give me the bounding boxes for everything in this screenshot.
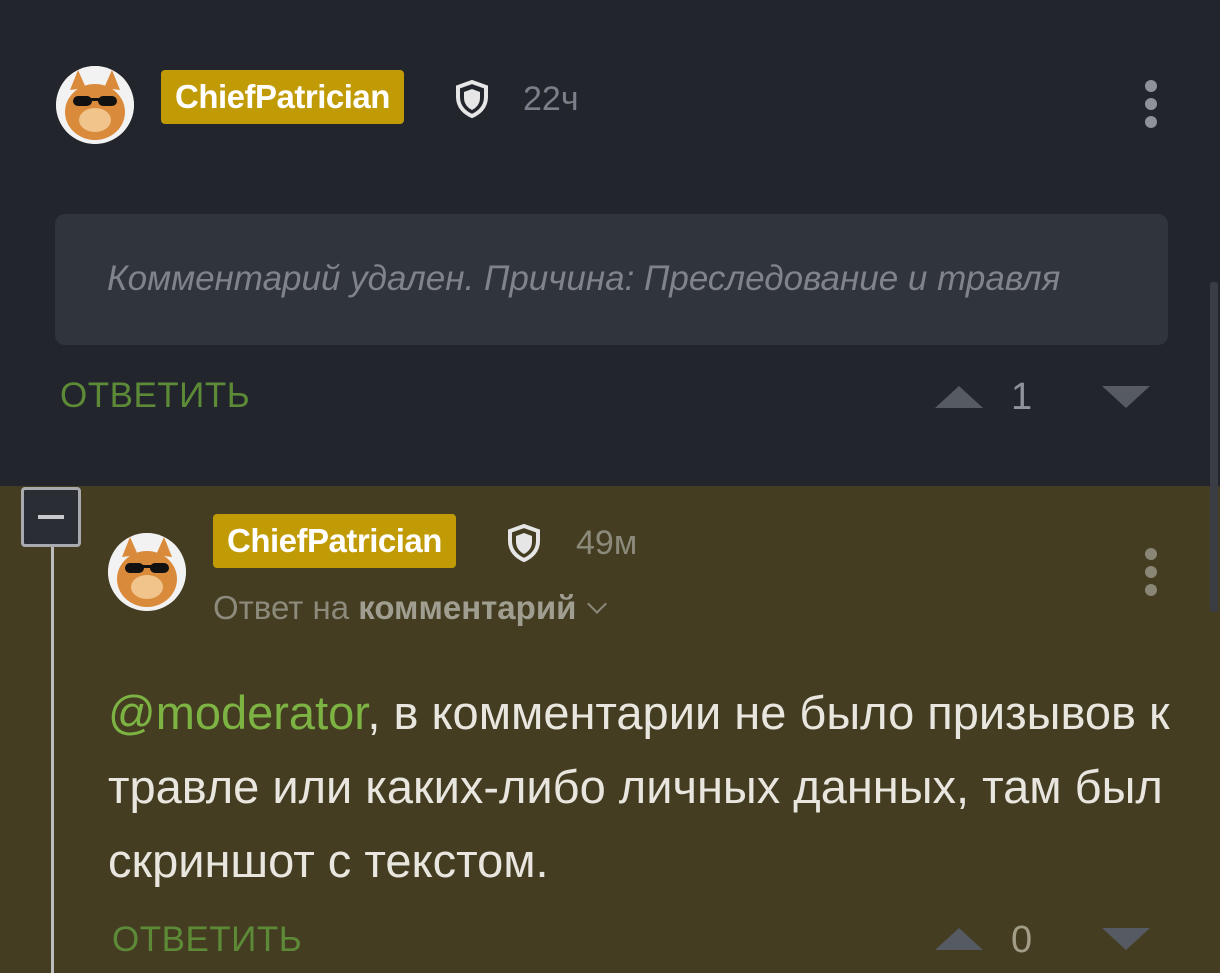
reply-to-target[interactable]: комментарий (358, 589, 576, 626)
timestamp: 49м (576, 524, 638, 562)
deleted-comment-box: Комментарий удален. Причина: Преследован… (55, 214, 1168, 345)
cat-avatar-icon (108, 533, 186, 611)
scrollbar[interactable] (1210, 282, 1218, 612)
reply-button[interactable]: ОТВЕТИТЬ (112, 920, 302, 960)
more-vert-icon[interactable] (1145, 548, 1159, 602)
username-badge[interactable]: ChiefPatrician (213, 514, 456, 568)
mention-link[interactable]: @moderator (108, 686, 367, 739)
comment-1: ChiefPatrician 22ч Комментарий удален. П… (0, 0, 1220, 486)
chevron-down-icon[interactable] (587, 594, 608, 614)
reply-to-prefix: Ответ на (213, 589, 350, 626)
avatar[interactable] (56, 66, 134, 144)
vote-up-icon[interactable] (935, 386, 983, 408)
collapse-minus-icon[interactable] (21, 487, 81, 547)
thread-line[interactable] (51, 547, 54, 973)
cat-avatar-icon (56, 66, 134, 144)
reply-button[interactable]: ОТВЕТИТЬ (60, 376, 250, 416)
avatar[interactable] (108, 533, 186, 611)
score: 1 (1011, 376, 1033, 418)
timestamp: 22ч (523, 80, 579, 118)
vote-up-icon[interactable] (935, 928, 983, 950)
shield-icon (508, 523, 540, 563)
more-vert-icon[interactable] (1145, 80, 1159, 134)
shield-icon (456, 79, 488, 119)
score: 0 (1011, 919, 1033, 961)
username-badge[interactable]: ChiefPatrician (161, 70, 404, 124)
vote-down-icon[interactable] (1102, 386, 1150, 408)
vote-down-icon[interactable] (1102, 928, 1150, 950)
comment-body: @moderator, в комментарии не было призыв… (108, 676, 1188, 898)
reply-to-link[interactable]: Ответ на комментарий (213, 588, 608, 628)
deleted-comment-text: Комментарий удален. Причина: Преследован… (107, 259, 1061, 298)
